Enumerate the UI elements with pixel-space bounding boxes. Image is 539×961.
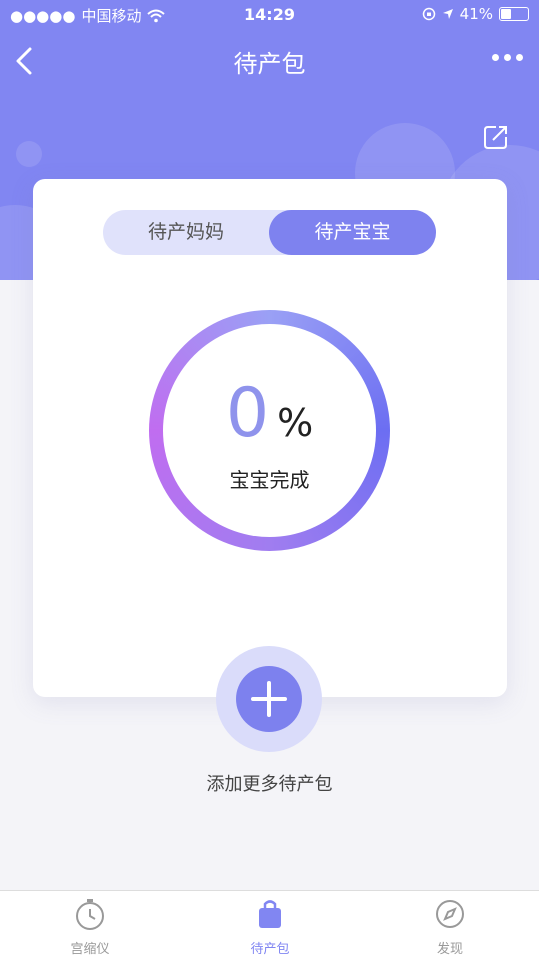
tabbar-item-bag[interactable]: 待产包 — [220, 897, 320, 957]
tabbar-item-contraction[interactable]: 宫缩仪 — [40, 897, 140, 957]
progress-label: 宝宝完成 — [229, 468, 310, 492]
progress-value: 0% — [225, 374, 314, 453]
tab-mother[interactable]: 待产妈妈 — [103, 210, 269, 255]
battery-icon — [499, 7, 529, 21]
compass-icon — [436, 900, 464, 928]
decor-bubble — [16, 141, 42, 167]
share-icon[interactable] — [483, 124, 509, 150]
tabbar-item-discover[interactable]: 发现 — [400, 897, 500, 957]
bag-icon — [259, 900, 281, 928]
status-bar: ●●●●● 中国移动 14:29 41% — [0, 0, 539, 32]
progress-ring: 0% 宝宝完成 — [149, 310, 390, 551]
progress-card: 待产妈妈 待产宝宝 0% 宝宝完成 — [33, 179, 507, 697]
battery-percent: 41% — [459, 5, 493, 23]
orientation-lock-icon — [422, 7, 435, 21]
add-bag-button[interactable] — [216, 646, 322, 752]
location-icon — [442, 9, 453, 19]
more-icon[interactable] — [492, 54, 523, 61]
segment-toggle: 待产妈妈 待产宝宝 — [103, 210, 436, 255]
add-bag-label[interactable]: 添加更多待产包 — [0, 770, 539, 796]
nav-bar: 待产包 — [0, 38, 539, 88]
tab-bar: 宫缩仪 待产包 发现 — [0, 890, 539, 961]
tab-baby[interactable]: 待产宝宝 — [269, 210, 436, 255]
page-title: 待产包 — [233, 50, 306, 78]
stopwatch-icon — [76, 899, 104, 930]
